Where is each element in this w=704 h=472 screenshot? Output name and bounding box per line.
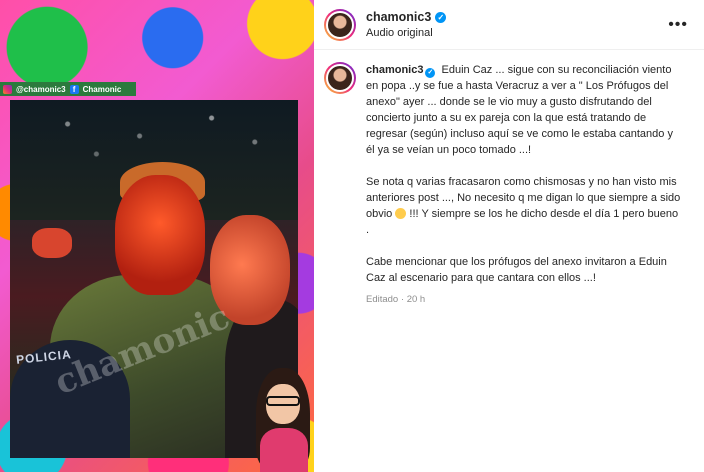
post-details-panel: chamonic3 ✓ Audio original ••• chamonic3… [314,0,704,472]
strip-fb-name: Chamonic [82,84,122,94]
facebook-icon: f [69,84,79,94]
caption-paragraph-1: chamonic3 ✓ Eduin Caz ... sigue con su re… [366,62,684,158]
verified-badge-icon: ✓ [435,11,447,23]
strip-handle: @chamonic3 [16,84,66,94]
instagram-icon [3,84,12,94]
caption-text-2b: !!! Y siempre se los he dicho desde el d… [366,208,679,236]
caption-block: chamonic3 ✓ Eduin Caz ... sigue con su re… [314,50,704,308]
grimace-emoji-icon [395,208,407,219]
caption-avatar[interactable] [324,62,356,94]
post-meta: Editado · 20 h [366,292,684,308]
post-time[interactable]: 20 h [407,294,426,305]
post-header: chamonic3 ✓ Audio original ••• [314,0,704,50]
caption-text-1: Eduin Caz ... sigue con su reconciliació… [366,64,673,156]
raised-hand [32,228,72,258]
cartoon-avatar-sticker [252,368,314,472]
edited-label: Editado [366,294,399,305]
social-handle-strip: @chamonic3 f Chamonic [0,82,136,96]
meta-separator: · [400,294,405,305]
avatar[interactable] [324,8,356,41]
verified-badge-icon: ✓ [425,68,436,78]
caption-username[interactable]: chamonic3 [366,64,423,76]
more-options-icon[interactable]: ••• [662,16,694,32]
caption-text-3: Cabe mencionar que los prófugos del anex… [366,256,667,284]
post-media[interactable]: @chamonic3 f Chamonic POLICIA chamonic [0,0,314,472]
header-username[interactable]: chamonic3 [366,10,431,24]
man-head [115,175,205,295]
audio-link[interactable]: Audio original [366,27,662,39]
caption-paragraph-3: Cabe mencionar que los prófugos del anex… [366,254,684,286]
caption-paragraph-2: Se nota q varias fracasaron como chismos… [366,174,684,238]
